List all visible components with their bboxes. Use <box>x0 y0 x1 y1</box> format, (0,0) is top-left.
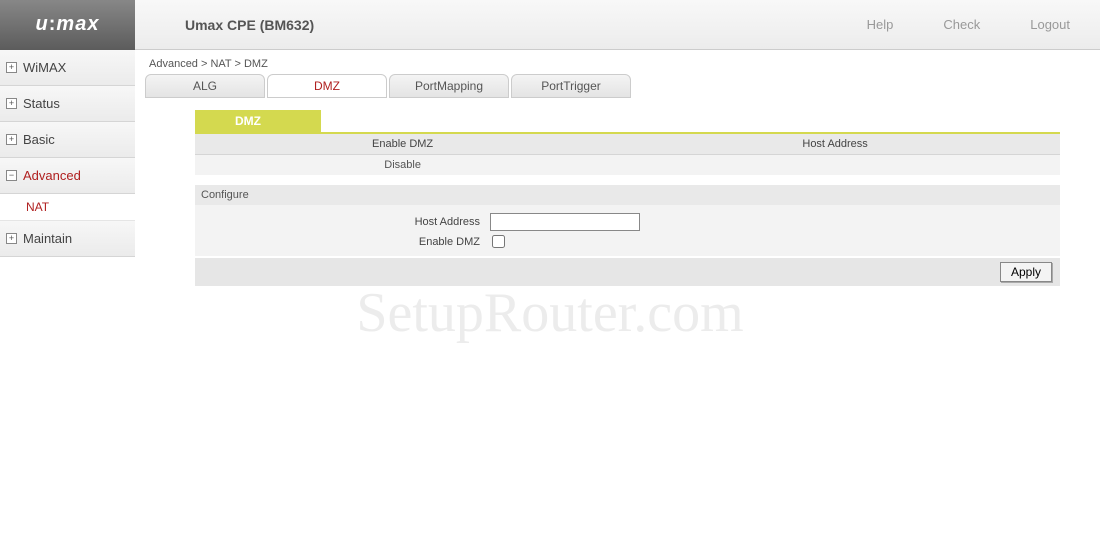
sidebar-label: WiMAX <box>23 60 66 75</box>
minus-icon: − <box>6 170 17 181</box>
row-enable-dmz: Enable DMZ <box>195 233 1060 250</box>
col-header-enable-dmz: Enable DMZ <box>195 134 610 155</box>
page-title: Umax CPE (BM632) <box>185 17 314 33</box>
header-links: Help Check Logout <box>867 17 1100 32</box>
table-row: Disable <box>195 155 1060 176</box>
apply-row: Apply <box>195 258 1060 286</box>
sidebar-label: Maintain <box>23 231 72 246</box>
label-host-address: Host Address <box>195 216 490 228</box>
sidebar-item-advanced[interactable]: − Advanced <box>0 158 135 194</box>
sidebar-sub-label: NAT <box>26 200 49 214</box>
sidebar-item-basic[interactable]: + Basic <box>0 122 135 158</box>
plus-icon: + <box>6 233 17 244</box>
row-host-address: Host Address <box>195 211 1060 233</box>
configure-header: Configure <box>195 185 1060 205</box>
breadcrumb: Advanced > NAT > DMZ <box>145 50 1090 74</box>
apply-button[interactable]: Apply <box>1000 262 1052 282</box>
content-area: Advanced > NAT > DMZ ALG DMZ PortMapping… <box>135 50 1100 286</box>
sidebar-label: Basic <box>23 132 55 147</box>
sidebar: + WiMAX + Status + Basic − Advanced NAT … <box>0 50 135 286</box>
sidebar-sub-nat[interactable]: NAT <box>0 194 135 221</box>
tab-alg[interactable]: ALG <box>145 74 265 98</box>
tab-dmz[interactable]: DMZ <box>267 74 387 98</box>
plus-icon: + <box>6 62 17 73</box>
plus-icon: + <box>6 134 17 145</box>
sidebar-item-wimax[interactable]: + WiMAX <box>0 50 135 86</box>
logo: u:max <box>0 0 135 50</box>
sidebar-label: Advanced <box>23 168 81 183</box>
plus-icon: + <box>6 98 17 109</box>
sidebar-label: Status <box>23 96 60 111</box>
help-link[interactable]: Help <box>867 17 894 32</box>
sidebar-item-status[interactable]: + Status <box>0 86 135 122</box>
logo-text: u:max <box>36 13 100 36</box>
logout-link[interactable]: Logout <box>1030 17 1070 32</box>
section-title: DMZ <box>195 110 321 132</box>
tab-portmapping[interactable]: PortMapping <box>389 74 509 98</box>
cell-host-address <box>610 155 1060 176</box>
tab-porttrigger[interactable]: PortTrigger <box>511 74 631 98</box>
watermark: SetupRouter.com <box>356 281 743 345</box>
configure-body: Host Address Enable DMZ <box>195 205 1060 256</box>
check-link[interactable]: Check <box>943 17 980 32</box>
col-header-host-address: Host Address <box>610 134 1060 155</box>
cell-enable-dmz: Disable <box>195 155 610 176</box>
status-table: Enable DMZ Host Address Disable <box>195 134 1060 175</box>
checkbox-enable-dmz[interactable] <box>492 235 505 248</box>
panel: DMZ Enable DMZ Host Address Disable Conf… <box>195 110 1060 286</box>
sidebar-item-maintain[interactable]: + Maintain <box>0 221 135 257</box>
header: u:max Umax CPE (BM632) Help Check Logout <box>0 0 1100 50</box>
tab-bar: ALG DMZ PortMapping PortTrigger <box>145 74 1090 98</box>
input-host-address[interactable] <box>490 213 640 231</box>
title-area: Umax CPE (BM632) <box>135 17 867 33</box>
body: + WiMAX + Status + Basic − Advanced NAT … <box>0 50 1100 286</box>
label-enable-dmz: Enable DMZ <box>195 236 490 248</box>
